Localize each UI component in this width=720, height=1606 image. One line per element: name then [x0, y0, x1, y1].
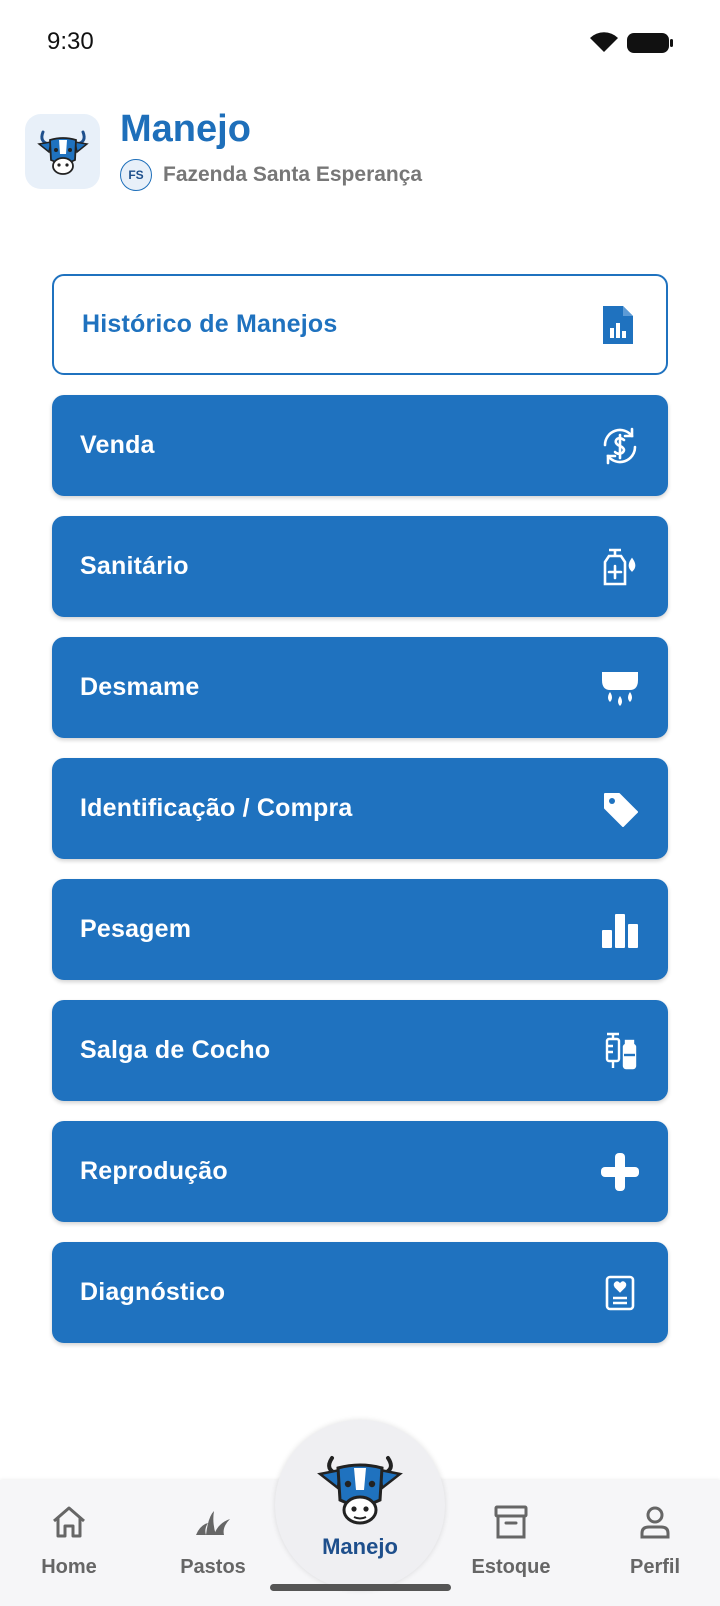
nav-label-active: Manejo	[322, 1534, 398, 1559]
historico-manejos-button[interactable]: Histórico de Manejos	[52, 274, 668, 375]
status-time: 9:30	[47, 28, 94, 55]
medical-record-icon	[598, 1271, 642, 1315]
reproducao-button[interactable]: Reprodução	[52, 1121, 668, 1222]
grass-icon	[193, 1502, 233, 1542]
report-document-icon	[596, 303, 640, 347]
menu-label: Reprodução	[80, 1157, 228, 1185]
vaccine-vial-icon	[598, 1029, 642, 1073]
sanitizer-bottle-icon	[598, 545, 642, 589]
menu-label: Pesagem	[80, 915, 192, 943]
desmame-button[interactable]: Desmame	[52, 637, 668, 738]
home-indicator[interactable]	[270, 1584, 451, 1591]
bar-chart-icon	[598, 908, 642, 952]
manejo-screen: 9:30 Manejo FS Fazenda Santa Esperança H…	[0, 0, 720, 1606]
menu-label: Salga de Cocho	[80, 1036, 271, 1064]
menu-label: Desmame	[80, 673, 200, 701]
nav-pastos[interactable]: Pastos	[158, 1502, 268, 1592]
menu-label: Sanitário	[80, 552, 189, 580]
nav-manejo[interactable]: Manejo	[275, 1420, 445, 1590]
battery-icon	[627, 33, 673, 53]
menu-label: Identificação / Compra	[80, 794, 353, 822]
menu-label: Diagnóstico	[80, 1278, 226, 1306]
nav-label: Perfil	[629, 1556, 681, 1578]
cow-head-icon	[316, 1448, 404, 1530]
sanitario-button[interactable]: Sanitário	[52, 516, 668, 617]
udder-milk-icon	[598, 666, 642, 710]
menu-label: Histórico de Manejos	[82, 310, 338, 338]
menu-label: Venda	[80, 431, 155, 459]
dollar-sync-icon	[598, 424, 642, 468]
identificacao-compra-button[interactable]: Identificação / Compra	[52, 758, 668, 859]
nav-label: Home	[41, 1556, 97, 1578]
nav-home[interactable]: Home	[14, 1502, 124, 1592]
plus-icon	[598, 1150, 642, 1194]
cow-logo-icon	[36, 130, 89, 175]
farm-selector[interactable]: FS Fazenda Santa Esperança	[120, 158, 422, 192]
wifi-icon	[590, 32, 618, 52]
app-logo	[25, 114, 100, 189]
nav-label: Estoque	[471, 1556, 551, 1578]
nav-estoque[interactable]: Estoque	[456, 1502, 566, 1592]
archive-box-icon	[491, 1502, 531, 1542]
status-bar: 9:30	[0, 0, 720, 86]
nav-perfil[interactable]: Perfil	[600, 1502, 710, 1592]
page-title: Manejo	[120, 108, 251, 150]
salga-cocho-button[interactable]: Salga de Cocho	[52, 1000, 668, 1101]
farm-avatar: FS	[120, 159, 152, 191]
diagnostico-button[interactable]: Diagnóstico	[52, 1242, 668, 1343]
venda-button[interactable]: Venda	[52, 395, 668, 496]
pesagem-button[interactable]: Pesagem	[52, 879, 668, 980]
farm-name: Fazenda Santa Esperança	[163, 163, 423, 186]
person-icon	[635, 1502, 675, 1542]
nav-label: Pastos	[180, 1556, 246, 1578]
tag-icon	[598, 787, 642, 831]
home-icon	[49, 1502, 89, 1542]
